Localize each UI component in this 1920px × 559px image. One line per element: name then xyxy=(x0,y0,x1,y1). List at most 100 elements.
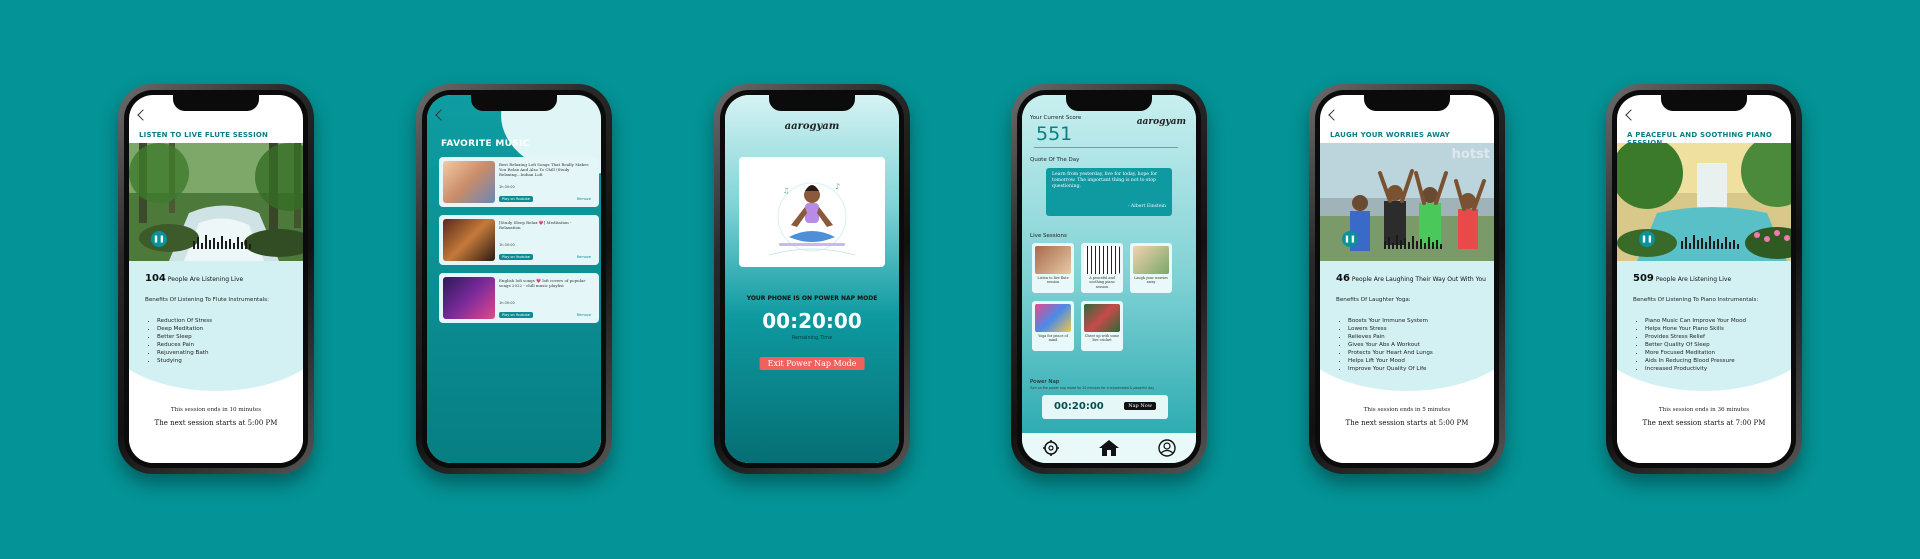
thumbnail xyxy=(443,219,495,261)
list-item: Studying xyxy=(157,357,212,365)
notch xyxy=(173,95,259,111)
list-item: Aids In Reducing Blood Pressure xyxy=(1645,357,1746,365)
benefits-list: Piano Music Can Improve Your Mood Helps … xyxy=(1639,317,1746,373)
app-logo: aarogyam xyxy=(1136,117,1186,127)
list-item[interactable]: Best Relaxing Lofi Songs That Really Mak… xyxy=(439,157,599,207)
quote-label: Quote Of The Day xyxy=(1030,157,1080,163)
participant-count: 46 People Are Laughing Their Way Out With… xyxy=(1336,273,1486,284)
play-on-youtube-button[interactable]: Play on Youtube xyxy=(499,196,533,202)
list-item: Rejuvenating Bath xyxy=(157,349,212,357)
phone-flute-session: LISTEN TO LIVE FLUTE SESSION ❚❚ 104 Peop… xyxy=(118,84,314,474)
notch xyxy=(1364,95,1450,111)
remove-button[interactable]: Remove xyxy=(577,197,591,201)
phone-home: Your Current Score 551 aarogyam Quote Of… xyxy=(1011,84,1207,474)
notch xyxy=(1066,95,1152,111)
tab-bar xyxy=(1022,433,1196,463)
list-item: Helps Lift Your Mood xyxy=(1348,357,1433,365)
back-icon[interactable] xyxy=(137,109,149,121)
next-session-text: The next session starts at 5:00 PM xyxy=(154,419,278,427)
piano-screen: A PEACEFUL AND SOOTHING PIANO SESSION ❚❚ xyxy=(1617,95,1791,463)
list-item: Helps Hone Your Piano Skills xyxy=(1645,325,1746,333)
session-ends-text: This session ends in 5 minutes xyxy=(1363,407,1451,413)
countdown-timer: 00:20:00 xyxy=(762,309,862,333)
exit-power-nap-button[interactable]: Exit Power Nap Mode xyxy=(759,357,865,370)
list-item: Increased Productivity xyxy=(1645,365,1746,373)
back-icon[interactable] xyxy=(1625,109,1637,121)
svg-text:♫: ♫ xyxy=(783,187,789,195)
list-item: Piano Music Can Improve Your Mood xyxy=(1645,317,1746,325)
list-item: Deep Meditation xyxy=(157,325,212,333)
quote-author: - Albert Einstein xyxy=(1127,204,1166,209)
remaining-label: Remaining Time xyxy=(791,335,833,341)
session-tile-yoga[interactable]: Yoga for peace of mind xyxy=(1032,301,1074,351)
quote-card: Learn from yesterday, live for today, ho… xyxy=(1046,168,1172,216)
benefits-list: Reduction Of Stress Deep Meditation Bett… xyxy=(151,317,212,365)
phone-favorite-music: FAVORITE MUSIC Best Relaxing Lofi Songs … xyxy=(416,84,612,474)
meditation-illustration: ♪ ♫ xyxy=(739,157,885,267)
pause-button[interactable]: ❚❚ xyxy=(1342,231,1358,247)
notch xyxy=(1661,95,1747,111)
session-tile-piano[interactable]: A peaceful and soothing piano session xyxy=(1081,243,1123,293)
home-icon[interactable] xyxy=(1098,439,1120,457)
session-tile-laugh[interactable]: Laugh your worries away xyxy=(1130,243,1172,293)
session-tile-flute[interactable]: Listen to live flute session xyxy=(1032,243,1074,293)
nap-now-button[interactable]: Nap Now xyxy=(1124,402,1156,410)
video-watermark: hotst xyxy=(1451,147,1490,162)
waterfall-garden-image: ❚❚ xyxy=(1617,143,1791,261)
list-item: Reduction Of Stress xyxy=(157,317,212,325)
app-logo: aarogyam xyxy=(784,121,840,132)
list-item: Better Quality Of Sleep xyxy=(1645,341,1746,349)
thumbnail xyxy=(443,277,495,319)
notch xyxy=(769,95,855,111)
session-details: 104 People Are Listening Live Benefits Of… xyxy=(129,261,303,463)
phone-laughter-session: LAUGH YOUR WORRIES AWAY hotst ❚❚ 46 Peop… xyxy=(1309,84,1505,474)
power-nap-card: 00:20:00 Nap Now xyxy=(1042,395,1168,419)
power-nap-time: 00:20:00 xyxy=(1054,401,1104,412)
profile-icon[interactable] xyxy=(1156,439,1178,457)
list-item: Better Sleep xyxy=(157,333,212,341)
play-on-youtube-button[interactable]: Play on Youtube xyxy=(499,312,533,318)
list-item[interactable]: [Study Sleep Relax 💗] Meditation - Relax… xyxy=(439,215,599,265)
score-label: Your Current Score xyxy=(1030,115,1082,121)
remove-button[interactable]: Remove xyxy=(577,313,591,317)
list-item: Relieves Pain xyxy=(1348,333,1433,341)
benefits-heading: Benefits Of Listening To Flute Instrumen… xyxy=(145,297,269,303)
live-sessions-label: Live Sessions xyxy=(1030,233,1067,239)
list-item: Gives Your Abs A Workout xyxy=(1348,341,1433,349)
benefits-heading: Benefits Of Laughter Yoga: xyxy=(1336,297,1411,303)
favorites-screen: FAVORITE MUSIC Best Relaxing Lofi Songs … xyxy=(427,95,601,463)
session-details: 46 People Are Laughing Their Way Out With… xyxy=(1320,261,1494,463)
session-ends-text: This session ends in 36 minutes xyxy=(1658,407,1750,413)
power-nap-description: Turn on the power nap mode for 20 minute… xyxy=(1030,386,1155,390)
pause-button[interactable]: ❚❚ xyxy=(151,231,167,247)
power-nap-screen: aarogyam ♪ ♫ YOUR PHONE IS ON POWER NAP … xyxy=(725,95,899,463)
page-title: LISTEN TO LIVE FLUTE SESSION xyxy=(139,131,269,139)
remove-button[interactable]: Remove xyxy=(577,255,591,259)
settings-icon[interactable] xyxy=(1040,439,1062,457)
power-nap-label: Power Nap xyxy=(1030,379,1060,385)
list-item: Provides Stress Relief xyxy=(1645,333,1746,341)
list-item: Lowers Stress xyxy=(1348,325,1433,333)
pause-button[interactable]: ❚❚ xyxy=(1639,231,1655,247)
page-title: FAVORITE MUSIC xyxy=(441,139,530,149)
list-item: Reduces Pain xyxy=(157,341,212,349)
thumbnail xyxy=(443,161,495,203)
audio-waveform xyxy=(1384,235,1442,249)
svg-text:♪: ♪ xyxy=(835,182,840,191)
list-item: Improve Your Quality Of Life xyxy=(1348,365,1433,373)
benefits-list: Boosts Your Immune System Lowers Stress … xyxy=(1342,317,1433,373)
session-tile-cricket[interactable]: Cheer up with some live cricket xyxy=(1081,301,1123,351)
forest-stream-image: ❚❚ xyxy=(129,143,303,261)
audio-waveform xyxy=(193,235,251,249)
list-item: Boosts Your Immune System xyxy=(1348,317,1433,325)
flute-screen: LISTEN TO LIVE FLUTE SESSION ❚❚ 104 Peop… xyxy=(129,95,303,463)
back-icon[interactable] xyxy=(1328,109,1340,121)
page-title: LAUGH YOUR WORRIES AWAY xyxy=(1330,131,1450,139)
session-ends-text: This session ends in 10 minutes xyxy=(170,407,262,413)
audio-waveform xyxy=(1681,235,1739,249)
list-item[interactable]: English lofi songs 💗 lofi covers of popu… xyxy=(439,273,599,323)
listener-count: 104 People Are Listening Live xyxy=(145,273,244,284)
phone-piano-session: A PEACEFUL AND SOOTHING PIANO SESSION ❚❚ xyxy=(1606,84,1802,474)
nap-mode-message: YOUR PHONE IS ON POWER NAP MODE xyxy=(746,295,878,302)
play-on-youtube-button[interactable]: Play on Youtube xyxy=(499,254,533,260)
